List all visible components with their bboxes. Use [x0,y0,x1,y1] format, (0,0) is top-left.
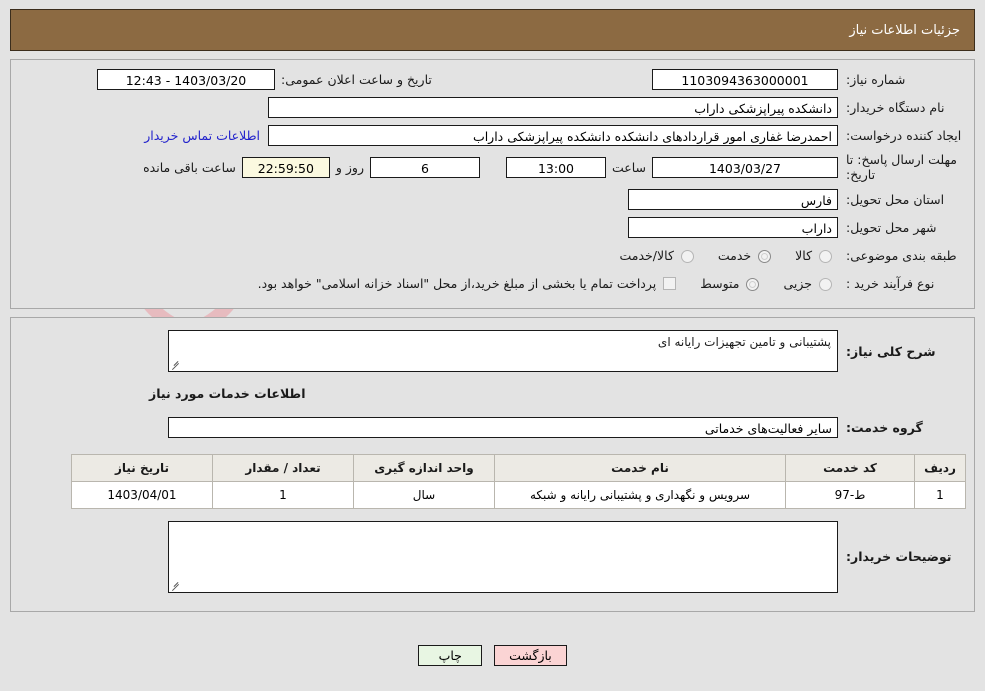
buyer-org-label: نام دستگاه خریدار: [846,99,945,115]
radio-motevaset-icon[interactable] [746,277,760,291]
category-option-khedmat-label: خدمت [717,247,752,263]
service-group-value: سایر فعالیت‌های خدماتی [168,417,838,438]
treasury-bonds-checkbox[interactable] [663,276,677,290]
th-index: ردیف [914,454,966,482]
service-items-table: ردیف کد خدمت نام خدمت واحد اندازه گیری ت… [71,454,966,509]
buyer-notes-label: توضیحات خریدار: [846,549,952,564]
category-label: طبقه بندی موضوعی: [846,247,957,263]
th-code: کد خدمت [785,454,915,482]
back-button[interactable]: بازگشت [494,645,567,666]
deadline-date-value: 1403/03/27 [652,156,838,178]
th-date: تاریخ نیاز [71,454,213,482]
category-option-kala-khedmat-label: کالا/خدمت [619,247,674,263]
city-value: داراب [628,216,838,238]
category-option-kala-label: کالا [795,247,813,263]
cell-quantity: 1 [212,481,354,509]
announce-datetime-value: 1403/03/20 - 12:43 [97,68,275,90]
row-province: استان محل تحویل: فارس [19,186,966,212]
service-group-label: گروه خدمت: [846,420,923,435]
remaining-suffix-label: ساعت باقی مانده [143,159,236,175]
th-quantity: تعداد / مقدار [212,454,354,482]
city-label: شهر محل تحویل: [846,219,937,235]
services-section-title: اطلاعات خدمات مورد نیاز [149,386,306,401]
row-general-desc: شرح کلی نیاز: پشتیبانی و تامین تجهیزات ر… [19,330,966,372]
need-info-panel: شماره نیاز: 1103094363000001 تاریخ و ساع… [10,59,975,309]
radio-jozei-icon[interactable] [819,277,832,291]
remaining-days-label: روز و [335,159,364,175]
th-unit: واحد اندازه گیری [353,454,495,482]
category-option-khedmat[interactable]: خدمت [700,248,777,263]
process-option-jozei[interactable]: جزیی [765,276,838,291]
table-row: 1 ط-97 سرویس و نگهداری و پشتیبانی رایانه… [71,481,966,509]
need-number-value: 1103094363000001 [652,68,838,90]
province-label: استان محل تحویل: [846,191,945,207]
row-need-number: شماره نیاز: 1103094363000001 تاریخ و ساع… [19,66,966,92]
treasury-bonds-note: پرداخت تمام یا بخشی از مبلغ خرید،از محل … [257,275,657,291]
radio-kala-khedmat-icon[interactable] [680,249,694,263]
row-requester: ایجاد کننده درخواست: احمدرضا غفاری امور … [19,122,966,148]
process-option-motevaset[interactable]: متوسط [682,276,765,291]
resize-grip-icon[interactable] [171,359,182,370]
cell-code: ط-97 [785,481,915,509]
resize-grip-icon[interactable] [171,580,182,591]
page-title: جزئیات اطلاعات نیاز [10,9,975,51]
announce-datetime-label: تاریخ و ساعت اعلان عمومی: [281,71,432,87]
need-details-panel: شرح کلی نیاز: پشتیبانی و تامین تجهیزات ر… [10,317,975,612]
print-button[interactable]: چاپ [418,645,483,666]
category-option-kala[interactable]: کالا [777,248,838,263]
buyer-contact-link[interactable]: اطلاعات تماس خریدار [136,128,268,143]
general-desc-label: شرح کلی نیاز: [846,344,936,359]
category-option-kala-khedmat[interactable]: کالا/خدمت [602,248,700,263]
deadline-label: مهلت ارسال پاسخ: تا تاریخ: [846,152,957,182]
cell-date: 1403/04/01 [71,481,213,509]
remaining-days-value: 6 [369,156,480,178]
cell-name: سرویس و نگهداری و پشتیبانی رایانه و شبکه [494,481,786,509]
radio-khedmat-icon[interactable] [758,249,772,263]
buyer-notes-textarea[interactable] [168,521,838,593]
deadline-time-value: 13:00 [505,156,606,178]
row-deadline: مهلت ارسال پاسخ: تا تاریخ: 1403/03/27 سا… [19,150,966,184]
requester-value: احمدرضا غفاری امور قراردادهای دانشکده دا… [268,124,838,146]
deadline-time-label: ساعت [611,159,646,175]
row-buyer-notes: توضیحات خریدار: [19,521,966,593]
purchase-process-label: نوع فرآیند خرید : [846,275,935,291]
general-desc-textarea[interactable]: پشتیبانی و تامین تجهیزات رایانه ای [168,330,838,372]
general-desc-value: پشتیبانی و تامین تجهیزات رایانه ای [657,335,831,349]
cell-index: 1 [914,481,966,509]
row-buyer-org: نام دستگاه خریدار: دانشکده پیراپزشکی دار… [19,94,966,120]
row-purchase-process: نوع فرآیند خرید : جزیی متوسط پرداخت تمام… [19,270,966,296]
row-city: شهر محل تحویل: داراب [19,214,966,240]
footer-actions: بازگشت چاپ [0,645,985,666]
requester-label: ایجاد کننده درخواست: [846,127,962,143]
need-number-label: شماره نیاز: [846,71,906,87]
process-option-motevaset-label: متوسط [700,275,740,291]
buyer-org-value: دانشکده پیراپزشکی داراب [268,96,838,118]
remaining-countdown-timer: 22:59:50 [241,156,330,178]
process-option-jozei-label: جزیی [783,275,813,291]
table-header-row: ردیف کد خدمت نام خدمت واحد اندازه گیری ت… [71,454,966,482]
cell-unit: سال [353,481,495,509]
row-service-group: گروه خدمت: سایر فعالیت‌های خدماتی [19,417,966,438]
radio-kala-icon[interactable] [819,249,832,263]
th-name: نام خدمت [494,454,786,482]
row-category: طبقه بندی موضوعی: کالا خدمت کالا/خدمت [19,242,966,268]
province-value: فارس [628,188,838,210]
